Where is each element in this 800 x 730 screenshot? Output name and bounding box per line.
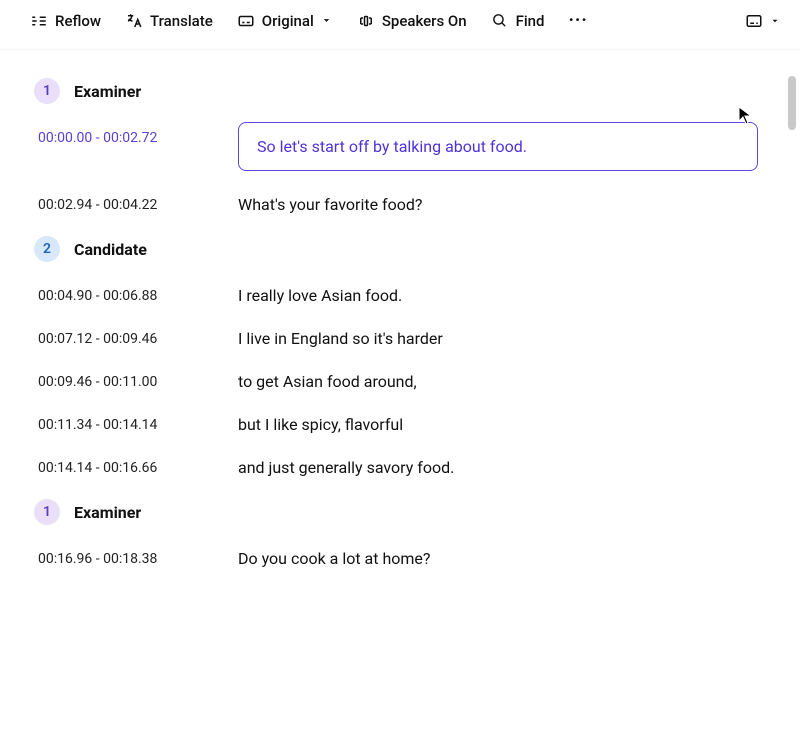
more-button[interactable]: ··· <box>568 10 587 31</box>
transcript-line[interactable]: 00:16.96 - 00:18.38 Do you cook a lot at… <box>30 547 770 568</box>
timestamp: 00:07.12 - 00:09.46 <box>30 327 210 347</box>
scrollbar-thumb[interactable] <box>788 76 796 130</box>
chevron-down-icon <box>770 12 780 30</box>
transcript-line[interactable]: 00:07.12 - 00:09.46 I live in England so… <box>30 327 770 348</box>
reflow-label: Reflow <box>55 12 101 30</box>
speakers-label: Speakers On <box>382 12 467 30</box>
transcript-line[interactable]: 00:14.14 - 00:16.66 and just generally s… <box>30 456 770 477</box>
transcript-line[interactable]: 00:04.90 - 00:06.88 I really love Asian … <box>30 284 770 305</box>
utterance-text[interactable]: to get Asian food around, <box>238 370 770 391</box>
speaker-header-examiner[interactable]: 1 Examiner <box>34 78 770 104</box>
original-label: Original <box>262 12 314 30</box>
timestamp: 00:04.90 - 00:06.88 <box>30 284 210 304</box>
speaker-header-examiner[interactable]: 1 Examiner <box>34 499 770 525</box>
timestamp: 00:02.94 - 00:04.22 <box>30 193 210 213</box>
reflow-button[interactable]: Reflow <box>30 12 101 30</box>
timestamp: 00:09.46 - 00:11.00 <box>30 370 210 390</box>
speakers-button[interactable]: Speakers On <box>357 12 467 30</box>
timestamp: 00:16.96 - 00:18.38 <box>30 547 210 567</box>
speakers-icon <box>357 12 375 30</box>
transcript-content: 1 Examiner 00:00.00 - 00:02.72 So let's … <box>0 50 800 610</box>
find-button[interactable]: Find <box>491 12 545 30</box>
translate-label: Translate <box>150 12 213 30</box>
speaker-name: Examiner <box>74 503 141 522</box>
transcript-line[interactable]: 00:02.94 - 00:04.22 What's your favorite… <box>30 193 770 214</box>
cursor-icon <box>738 106 754 130</box>
speaker-badge: 1 <box>34 78 60 104</box>
toolbar: Reflow Translate Original Speakers On Fi… <box>0 0 800 50</box>
speaker-name: Examiner <box>74 82 141 101</box>
layout-dropdown[interactable] <box>745 12 780 30</box>
search-icon <box>491 12 509 30</box>
speaker-header-candidate[interactable]: 2 Candidate <box>34 236 770 262</box>
timestamp: 00:14.14 - 00:16.66 <box>30 456 210 476</box>
subtitle-icon <box>237 12 255 30</box>
translate-button[interactable]: Translate <box>125 12 213 30</box>
chevron-down-icon <box>321 12 333 30</box>
more-icon: ··· <box>568 10 587 31</box>
translate-icon <box>125 12 143 30</box>
utterance-text[interactable]: So let's start off by talking about food… <box>238 122 758 171</box>
utterance-text[interactable]: I live in England so it's harder <box>238 327 770 348</box>
original-dropdown[interactable]: Original <box>237 12 333 30</box>
utterance-text[interactable]: I really love Asian food. <box>238 284 770 305</box>
layout-icon <box>745 12 763 30</box>
utterance-text[interactable]: but I like spicy, flavorful <box>238 413 770 434</box>
utterance-text[interactable]: What's your favorite food? <box>238 193 770 214</box>
speaker-name: Candidate <box>74 240 147 259</box>
find-label: Find <box>516 12 545 30</box>
timestamp: 00:00.00 - 00:02.72 <box>30 126 210 146</box>
scrollbar-track[interactable] <box>788 76 796 716</box>
reflow-icon <box>30 12 48 30</box>
timestamp: 00:11.34 - 00:14.14 <box>30 413 210 433</box>
speaker-badge: 1 <box>34 499 60 525</box>
utterance-text[interactable]: Do you cook a lot at home? <box>238 547 770 568</box>
transcript-line[interactable]: 00:11.34 - 00:14.14 but I like spicy, fl… <box>30 413 770 434</box>
speaker-badge: 2 <box>34 236 60 262</box>
transcript-line[interactable]: 00:09.46 - 00:11.00 to get Asian food ar… <box>30 370 770 391</box>
transcript-line[interactable]: 00:00.00 - 00:02.72 So let's start off b… <box>30 126 770 171</box>
utterance-text[interactable]: and just generally savory food. <box>238 456 770 477</box>
